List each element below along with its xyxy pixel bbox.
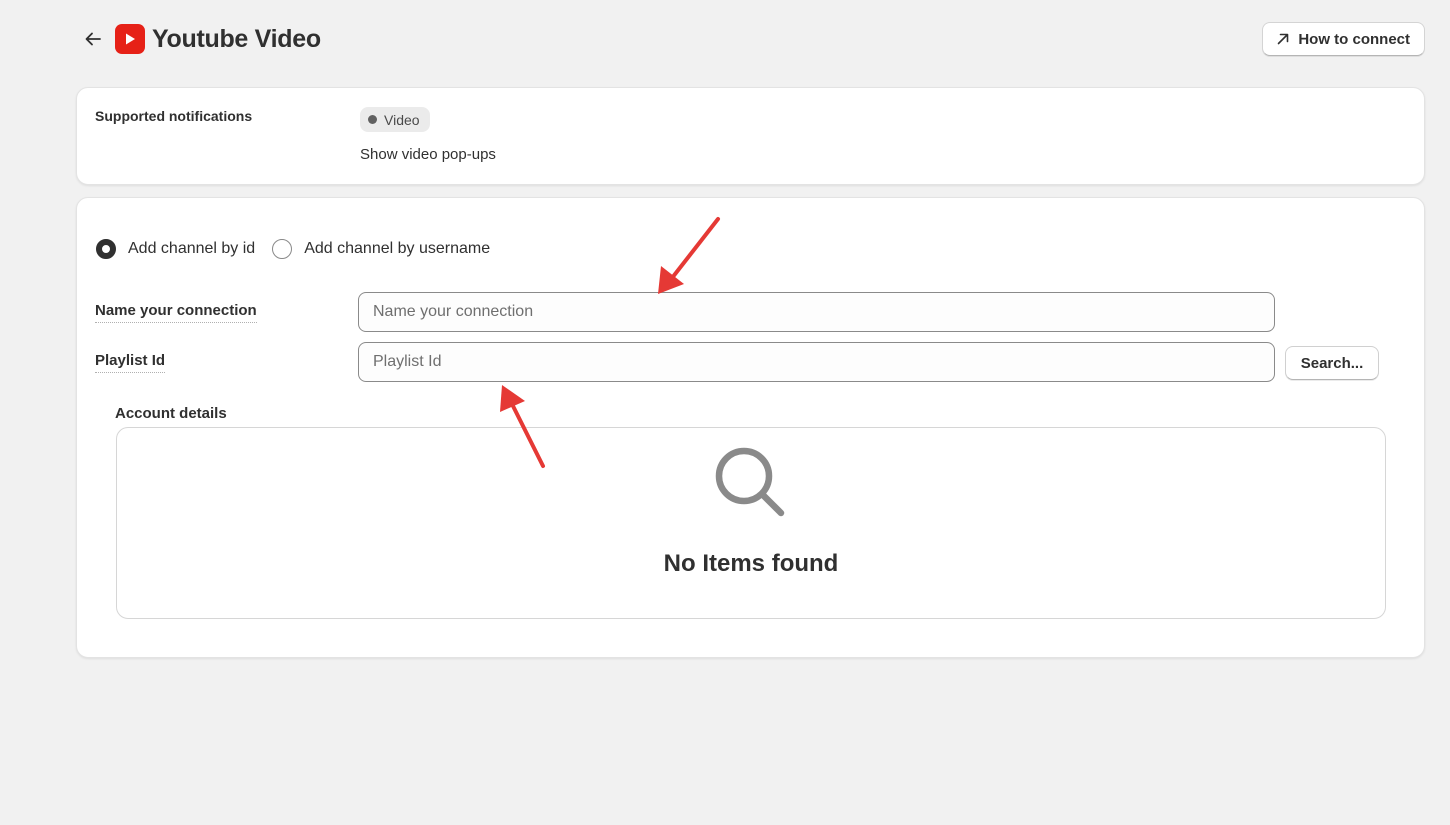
- radio-button-checked[interactable]: [96, 239, 116, 259]
- search-button[interactable]: Search...: [1285, 346, 1379, 380]
- account-details-empty-state: No Items found: [116, 427, 1386, 619]
- arrow-left-icon: [85, 32, 101, 46]
- page-title: Youtube Video: [152, 25, 321, 53]
- external-arrow-icon: [1278, 33, 1289, 45]
- how-to-connect-label: How to connect: [1298, 30, 1410, 48]
- supported-notifications-label: Supported notifications: [95, 108, 253, 124]
- radio-add-by-id[interactable]: Add channel by id: [96, 239, 255, 259]
- connection-name-label: Name your connection: [95, 302, 257, 323]
- youtube-logo: [115, 24, 145, 54]
- channel-radio-group: Add channel by id Add channel by usernam…: [96, 239, 507, 259]
- empty-state-text: No Items found: [663, 550, 839, 577]
- how-to-connect-button[interactable]: How to connect: [1262, 22, 1425, 56]
- playlist-id-input[interactable]: [358, 342, 1275, 382]
- radio-label: Add channel by id: [128, 240, 256, 257]
- notification-badge: Video: [360, 107, 430, 132]
- playlist-id-label: Playlist Id: [95, 352, 166, 373]
- youtube-play-icon: [126, 33, 135, 45]
- radio-button-unchecked[interactable]: [272, 239, 293, 259]
- badge-dot-icon: [368, 115, 377, 124]
- connection-name-input[interactable]: [358, 292, 1275, 332]
- radio-label: Add channel by username: [304, 240, 491, 257]
- account-details-label: Account details: [115, 405, 227, 422]
- page-header: Youtube Video How to connect: [76, 20, 1425, 58]
- notification-description: Show video pop-ups: [360, 146, 496, 163]
- search-icon: [715, 447, 785, 517]
- page: Youtube Video How to connect Supported n…: [0, 0, 1450, 825]
- back-button[interactable]: [80, 26, 106, 52]
- notifications-card: Supported notifications Video Show video…: [76, 87, 1425, 185]
- connection-card: Add channel by id Add channel by usernam…: [76, 197, 1425, 658]
- radio-add-by-username[interactable]: Add channel by username: [272, 239, 490, 259]
- badge-label: Video: [384, 111, 420, 128]
